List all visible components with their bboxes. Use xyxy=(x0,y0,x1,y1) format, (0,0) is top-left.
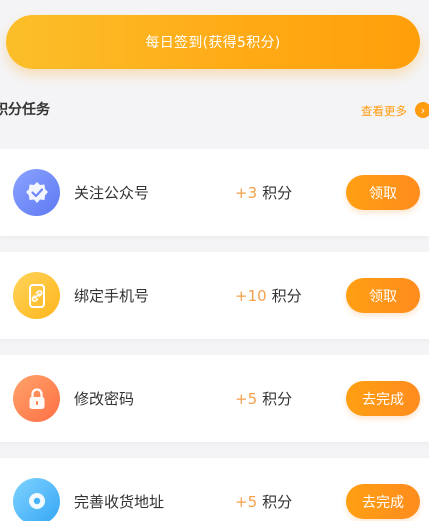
see-more-label: 查看更多 xyxy=(361,104,407,118)
task-row-complete-address: 完善收货地址 +5 积分 去完成 xyxy=(0,458,429,521)
task-points: +3 积分 xyxy=(235,182,292,203)
points-unit: 积分 xyxy=(271,287,302,305)
complete-button[interactable]: 去完成 xyxy=(346,381,420,416)
section-title: 积分任务 xyxy=(0,102,50,118)
task-points: +10 积分 xyxy=(235,285,302,306)
task-name: 关注公众号 xyxy=(74,184,150,202)
points-value: +3 xyxy=(235,184,258,202)
daily-signin-label: 每日签到(获得5积分) xyxy=(145,35,281,51)
claim-button[interactable]: 领取 xyxy=(346,175,420,210)
phone-link-icon xyxy=(13,272,60,319)
task-points: +5 积分 xyxy=(235,388,292,409)
task-row-change-password: 修改密码 +5 积分 去完成 xyxy=(0,355,429,442)
task-name: 绑定手机号 xyxy=(74,287,150,305)
chevron-right-icon: › xyxy=(415,102,429,118)
daily-signin-button[interactable]: 每日签到(获得5积分) xyxy=(6,15,420,69)
task-points: +5 积分 xyxy=(235,491,292,512)
claim-button[interactable]: 领取 xyxy=(346,278,420,313)
points-value: +5 xyxy=(235,390,258,408)
badge-check-icon xyxy=(13,169,60,216)
lock-icon xyxy=(13,375,60,422)
points-value: +5 xyxy=(235,493,258,511)
task-row-follow-account: 关注公众号 +3 积分 领取 xyxy=(0,149,429,236)
task-row-bind-phone: 绑定手机号 +10 积分 领取 xyxy=(0,252,429,339)
points-page: 每日签到(获得5积分) 积分任务 查看更多 › 关注公众号 +3 积分 领取 绑… xyxy=(0,0,429,521)
points-unit: 积分 xyxy=(262,184,293,202)
complete-button[interactable]: 去完成 xyxy=(346,484,420,519)
location-pin-icon xyxy=(13,478,60,521)
points-unit: 积分 xyxy=(262,390,293,408)
task-name: 修改密码 xyxy=(74,390,135,408)
points-unit: 积分 xyxy=(262,493,293,511)
task-name: 完善收货地址 xyxy=(74,493,165,511)
see-more-link[interactable]: 查看更多 › xyxy=(361,101,429,119)
points-value: +10 xyxy=(235,287,267,305)
